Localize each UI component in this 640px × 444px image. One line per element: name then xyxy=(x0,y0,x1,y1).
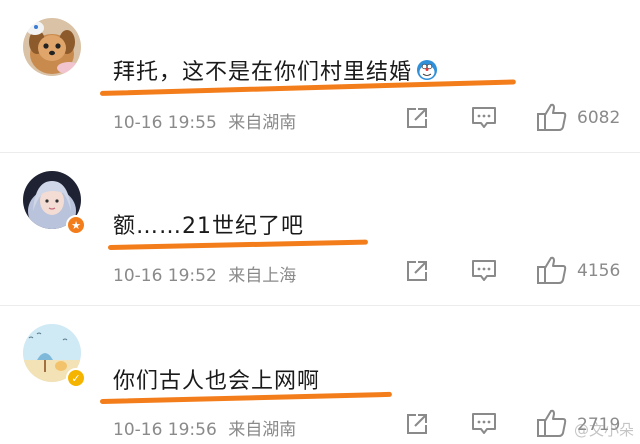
comment-icon xyxy=(472,260,496,281)
like-button[interactable] xyxy=(536,408,568,438)
share-button[interactable] xyxy=(404,105,430,131)
comment-1: 拜托，这不是在你们村里结婚 10-16 19:55 来自湖南 6082 xyxy=(0,0,640,150)
comment-meta: 10-16 19:52 来自上海 xyxy=(113,261,296,286)
comment-button[interactable] xyxy=(470,411,498,437)
comment-location: 来自上海 xyxy=(228,266,297,286)
comment-time: 10-16 19:52 xyxy=(113,266,217,286)
comment-text: 你们古人也会上网啊 xyxy=(113,369,321,394)
dog-avatar-icon xyxy=(23,18,81,76)
comment-location: 来自湖南 xyxy=(228,113,297,133)
share-button[interactable] xyxy=(404,258,430,284)
comment-button[interactable] xyxy=(470,258,498,284)
comment-meta: 10-16 19:55 来自湖南 xyxy=(113,108,296,133)
comment-text: 额……21世纪了吧 xyxy=(113,214,304,239)
like-button[interactable] xyxy=(536,102,568,132)
avatar-dog[interactable] xyxy=(23,18,81,76)
comment-3: ✓ 你们古人也会上网啊 10-16 19:56 来自湖南 2719 xyxy=(0,306,640,444)
like-button[interactable] xyxy=(536,255,568,285)
share-button[interactable] xyxy=(404,411,430,437)
verified-badge-icon: ★ xyxy=(66,215,86,235)
comment-2: ★ 额……21世纪了吧 10-16 19:52 来自上海 4156 xyxy=(0,153,640,303)
comment-time: 10-16 19:55 xyxy=(113,113,217,133)
thumbs-up-icon xyxy=(537,256,567,284)
thumbs-up-icon xyxy=(537,103,567,131)
comment-button[interactable] xyxy=(470,105,498,131)
share-icon xyxy=(407,108,427,128)
comment-time: 10-16 19:56 xyxy=(113,420,217,440)
comment-meta: 10-16 19:56 来自湖南 xyxy=(113,415,296,440)
thumbs-up-icon xyxy=(537,409,567,437)
share-icon xyxy=(407,414,427,434)
watermark: @文小朵 xyxy=(573,421,634,439)
comment-icon xyxy=(472,107,496,128)
comment-icon xyxy=(472,413,496,434)
share-icon xyxy=(407,261,427,281)
like-count: 6082 xyxy=(577,108,621,128)
like-count: 4156 xyxy=(577,261,621,281)
highlight-underline xyxy=(107,239,368,250)
verified-badge-icon: ✓ xyxy=(66,368,86,388)
comment-location: 来自湖南 xyxy=(228,420,297,440)
